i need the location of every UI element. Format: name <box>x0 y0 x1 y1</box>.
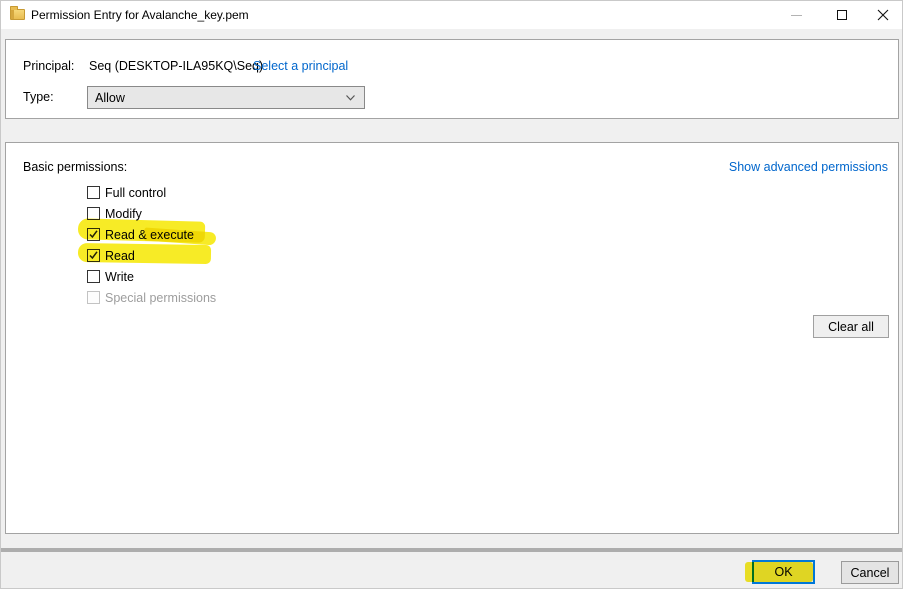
permission-entry-dialog: Permission Entry for Avalanche_key.pem P… <box>0 0 903 589</box>
titlebar: Permission Entry for Avalanche_key.pem <box>1 1 902 29</box>
checkbox-full-control[interactable] <box>87 186 100 199</box>
checkbox-row-modify[interactable]: Modify <box>87 206 142 221</box>
checkbox-label: Read & execute <box>105 228 194 242</box>
basic-permissions-panel <box>5 142 899 534</box>
checkbox-row-read[interactable]: Read <box>87 248 135 263</box>
folder-icon <box>10 9 25 20</box>
checkbox-row-read-execute[interactable]: Read & execute <box>87 227 194 242</box>
checkbox-label: Full control <box>105 186 166 200</box>
close-button[interactable] <box>861 1 903 29</box>
cancel-button[interactable]: Cancel <box>841 561 899 584</box>
checkbox-modify[interactable] <box>87 207 100 220</box>
select-principal-link[interactable]: Select a principal <box>253 59 348 73</box>
minimize-icon <box>791 15 802 16</box>
basic-permissions-label: Basic permissions: <box>23 160 127 174</box>
principal-label: Principal: <box>23 59 74 73</box>
checkbox-label: Modify <box>105 207 142 221</box>
checkbox-write[interactable] <box>87 270 100 283</box>
checkbox-row-full-control[interactable]: Full control <box>87 185 166 200</box>
checkmark-icon <box>88 229 99 240</box>
checkbox-label: Write <box>105 270 134 284</box>
type-label: Type: <box>23 90 54 104</box>
checkbox-special-permissions <box>87 291 100 304</box>
type-dropdown[interactable]: Allow <box>87 86 365 109</box>
checkmark-icon <box>88 250 99 261</box>
chevron-down-icon <box>346 95 355 101</box>
show-advanced-permissions-link[interactable]: Show advanced permissions <box>729 160 888 174</box>
type-dropdown-value: Allow <box>95 91 125 105</box>
checkbox-label: Read <box>105 249 135 263</box>
window-title: Permission Entry for Avalanche_key.pem <box>31 8 249 22</box>
checkbox-read-execute[interactable] <box>87 228 100 241</box>
checkbox-row-write[interactable]: Write <box>87 269 134 284</box>
checkbox-read[interactable] <box>87 249 100 262</box>
maximize-button[interactable] <box>819 1 864 29</box>
minimize-button[interactable] <box>774 1 819 29</box>
clear-all-button[interactable]: Clear all <box>813 315 889 338</box>
maximize-icon <box>837 10 847 20</box>
checkbox-label: Special permissions <box>105 291 216 305</box>
close-icon <box>877 9 889 21</box>
principal-value: Seq (DESKTOP-ILA95KQ\Seq) <box>89 59 263 73</box>
checkbox-row-special-permissions: Special permissions <box>87 290 216 305</box>
ok-button[interactable]: OK <box>752 560 815 584</box>
